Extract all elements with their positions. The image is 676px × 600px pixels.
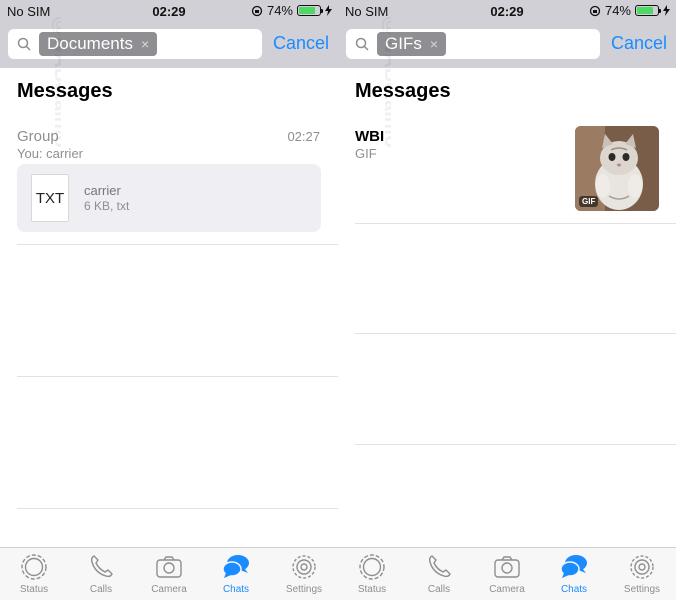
tab-calls[interactable]: Calls xyxy=(67,552,135,598)
tab-label: Status xyxy=(19,584,49,595)
tab-bar: Status Calls Camera Chats Settings xyxy=(338,547,676,600)
document-name: carrier xyxy=(84,183,121,198)
tab-chats[interactable]: Chats xyxy=(202,552,270,598)
tab-label: Settings xyxy=(285,584,323,595)
documents-search-screen: No SIM 02:29 74% Documents × Cancel Mess… xyxy=(0,0,338,600)
tab-settings[interactable]: Settings xyxy=(608,552,676,598)
divider xyxy=(355,223,676,224)
divider xyxy=(17,376,338,377)
tab-status[interactable]: Status xyxy=(338,552,406,598)
rotation-lock-icon xyxy=(251,5,263,16)
watermark: @WABetaInfo xyxy=(380,16,391,148)
camera-icon xyxy=(494,556,520,578)
tab-label: Camera xyxy=(151,584,187,595)
divider xyxy=(17,508,338,509)
search-icon xyxy=(17,37,31,51)
cancel-button[interactable]: Cancel xyxy=(611,33,667,54)
tab-label: Calls xyxy=(89,584,113,595)
chats-icon xyxy=(560,555,587,578)
cancel-button[interactable]: Cancel xyxy=(273,33,329,54)
tab-status[interactable]: Status xyxy=(0,552,68,598)
battery-percent: 74% xyxy=(604,3,631,18)
document-meta: 6 KB, txt xyxy=(84,199,130,213)
divider xyxy=(17,244,338,245)
tab-chats[interactable]: Chats xyxy=(540,552,608,598)
clear-token-icon[interactable]: × xyxy=(141,32,149,56)
tab-settings[interactable]: Settings xyxy=(270,552,338,598)
charging-icon xyxy=(663,5,670,16)
clear-token-icon[interactable]: × xyxy=(430,32,438,56)
gif-thumbnail[interactable]: GIF xyxy=(575,126,659,211)
gif-badge: GIF xyxy=(579,196,599,207)
tab-label: Status xyxy=(357,584,387,595)
rotation-lock-icon xyxy=(589,5,601,16)
watermark-text: @WABetaInfo xyxy=(380,16,391,148)
chats-icon xyxy=(222,555,249,578)
document-attachment[interactable]: TXT carrier 6 KB, txt xyxy=(17,164,321,232)
tab-label: Camera xyxy=(489,584,525,595)
phone-icon xyxy=(428,555,451,578)
tab-label: Chats xyxy=(560,584,588,595)
battery-percent: 74% xyxy=(266,3,293,18)
tab-label: Chats xyxy=(222,584,250,595)
charging-icon xyxy=(325,5,332,16)
status-icon xyxy=(21,554,47,580)
message-time: 02:27 xyxy=(287,129,320,144)
status-icon xyxy=(359,554,385,580)
tab-label: Calls xyxy=(427,584,451,595)
tab-bar: Status Calls Camera Chats Settings xyxy=(0,547,338,600)
tab-camera[interactable]: Camera xyxy=(135,552,203,598)
tab-camera[interactable]: Camera xyxy=(473,552,541,598)
section-title: Messages xyxy=(17,80,113,102)
camera-icon xyxy=(156,556,182,578)
tab-calls[interactable]: Calls xyxy=(405,552,473,598)
gear-icon xyxy=(292,555,316,579)
watermark-text: @WABetaInfo xyxy=(50,16,61,148)
divider xyxy=(355,333,676,334)
battery-icon xyxy=(635,5,661,16)
tab-label: Settings xyxy=(623,584,661,595)
battery-icon xyxy=(297,5,323,16)
divider xyxy=(355,444,676,445)
gear-icon xyxy=(630,555,654,579)
watermark: @WABetaInfo xyxy=(50,16,61,148)
phone-icon xyxy=(90,555,113,578)
